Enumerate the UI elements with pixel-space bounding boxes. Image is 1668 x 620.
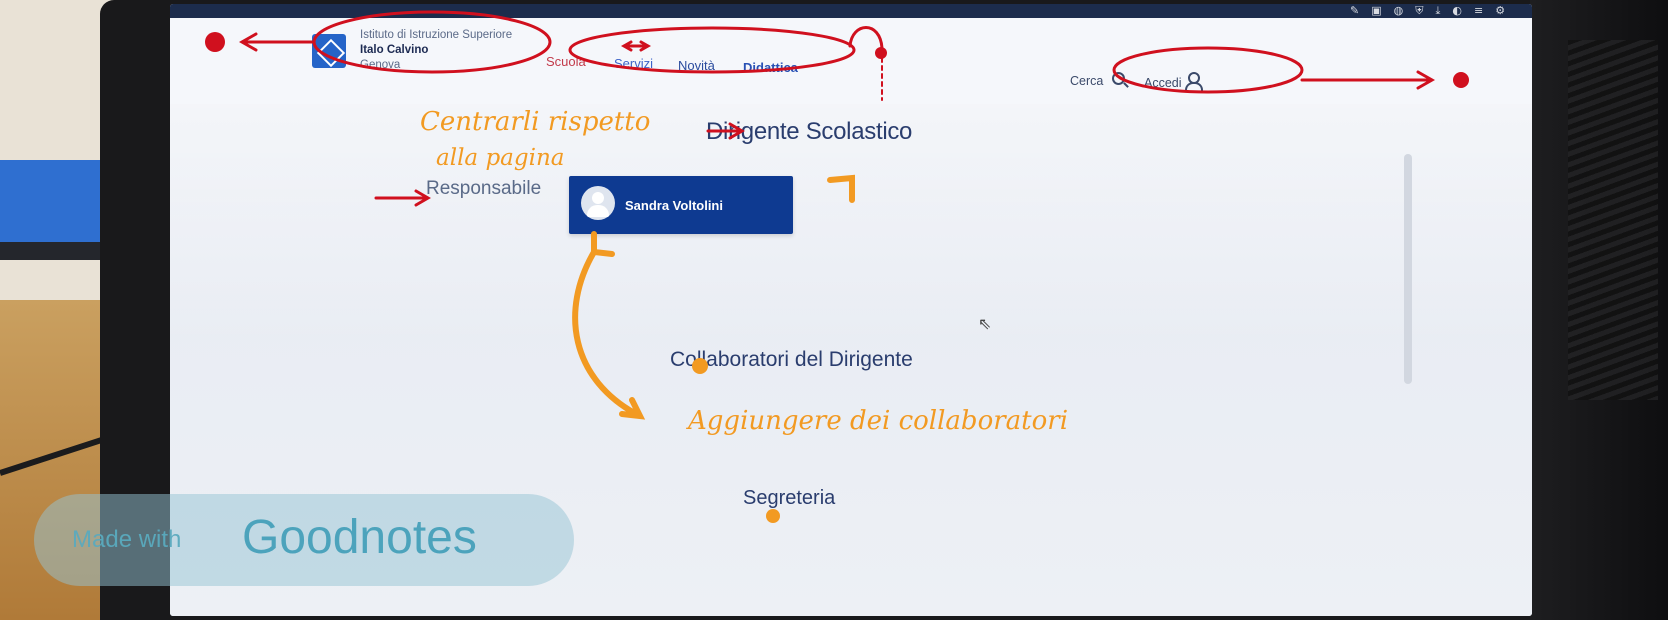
school-name: Italo Calvino bbox=[360, 44, 429, 56]
goodnotes-watermark: Made with Goodnotes bbox=[34, 494, 574, 586]
school-type: Istituto di Istruzione Superiore bbox=[360, 29, 513, 41]
site-header: Istituto di Istruzione Superiore Italo C… bbox=[170, 18, 1532, 104]
nav-novita[interactable]: Novità bbox=[678, 58, 715, 73]
note-center-line2: alla pagina bbox=[436, 145, 565, 171]
watermark-brand: Goodnotes bbox=[242, 511, 477, 564]
section-title-segreteria: Segreteria bbox=[743, 487, 836, 509]
extension-icon[interactable]: ◍ bbox=[1394, 4, 1404, 18]
person-card[interactable]: Sandra Voltolini bbox=[569, 176, 793, 234]
nav-didattica[interactable]: Didattica bbox=[743, 60, 798, 75]
menu-icon[interactable]: ≡ bbox=[1474, 4, 1483, 18]
download-icon[interactable]: ⤓ bbox=[1435, 4, 1440, 18]
school-city: Genova bbox=[360, 59, 401, 71]
laptop-vent bbox=[1568, 40, 1658, 400]
note-center-line1: Centrarli rispetto bbox=[420, 107, 651, 137]
browser-toolbar: ✎ ▣ ◍ ⛨ ⤓ ◐ ≡ ⚙ bbox=[170, 4, 1532, 18]
section-title-collaboratori: Collaboratori del Dirigente bbox=[670, 348, 913, 371]
note-collaboratori: Aggiungere dei collaboratori bbox=[688, 406, 1069, 436]
search-label[interactable]: Cerca bbox=[1070, 74, 1103, 88]
scrollbar[interactable] bbox=[1404, 154, 1412, 384]
school-identity[interactable]: Istituto di Istruzione Superiore Italo C… bbox=[360, 28, 512, 73]
extension-icon[interactable]: ◐ bbox=[1452, 4, 1462, 18]
toolbar-icons: ✎ ▣ ◍ ⛨ ⤓ ◐ ≡ ⚙ bbox=[1350, 4, 1505, 18]
watermark-made-with: Made with bbox=[72, 526, 182, 553]
extension-icon[interactable]: ✎ bbox=[1350, 4, 1359, 18]
person-name: Sandra Voltolini bbox=[625, 198, 723, 213]
nav-servizi[interactable]: Servizi bbox=[614, 56, 653, 71]
login-label[interactable]: Accedi bbox=[1144, 76, 1182, 90]
nav-scuola[interactable]: Scuola bbox=[546, 54, 586, 69]
shield-icon[interactable]: ⛨ bbox=[1415, 4, 1423, 18]
mouse-cursor-icon: ⇖ bbox=[978, 314, 992, 333]
extension-icon[interactable]: ▣ bbox=[1371, 4, 1381, 18]
role-label: Responsabile bbox=[426, 178, 542, 199]
note-center: Centrarli rispetto alla pagina bbox=[420, 104, 650, 176]
search-icon[interactable] bbox=[1112, 72, 1125, 85]
extension-icon[interactable]: ⚙ bbox=[1495, 4, 1505, 18]
section-title-dirigente: Dirigente Scolastico bbox=[706, 118, 913, 145]
school-logo[interactable] bbox=[312, 34, 346, 68]
user-icon[interactable] bbox=[1184, 72, 1203, 92]
avatar bbox=[581, 186, 615, 220]
